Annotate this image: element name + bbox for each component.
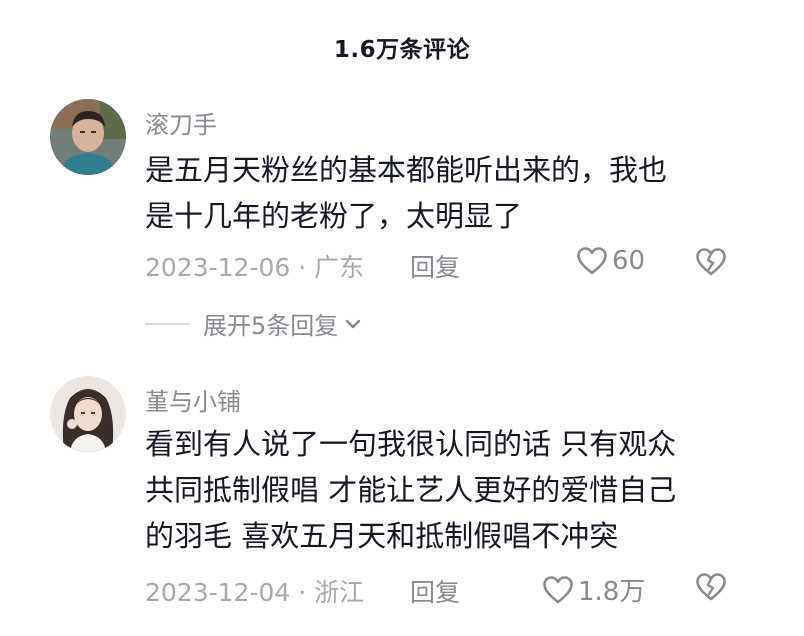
comment-username[interactable]: 堇与小铺 [145, 382, 241, 417]
comment-username[interactable]: 滚刀手 [145, 105, 217, 140]
heart-icon [577, 247, 607, 275]
broken-heart-icon [696, 573, 726, 601]
female-portrait-avatar-icon [50, 376, 126, 452]
heart-icon [543, 575, 573, 603]
meta-separator: · [290, 578, 315, 607]
broken-heart-icon [696, 248, 726, 276]
expand-replies-button[interactable]: 展开5条回复 [145, 306, 364, 341]
dislike-button[interactable] [695, 247, 727, 281]
like-count: 1.8万 [578, 577, 646, 607]
comment-text: 看到有人说了一句我很认同的话 只有观众 共同抵制假唱 才能让艺人更好的爱惜自己 … [145, 427, 677, 553]
like-button[interactable]: 1.8万 [542, 571, 645, 608]
comment-date: 2023-12-04 [145, 578, 291, 607]
comment-meta: 2023-12-04 · 浙江 [145, 573, 364, 609]
comment-meta: 2023-12-06 · 广东 [145, 248, 364, 284]
male-portrait-avatar-icon [50, 99, 126, 175]
reply-button[interactable]: 回复 [410, 573, 460, 609]
expand-divider-line [145, 322, 189, 325]
reply-button[interactable]: 回复 [410, 248, 460, 284]
comment-location: 浙江 [314, 578, 365, 607]
user-avatar[interactable] [50, 99, 126, 175]
user-avatar[interactable] [50, 376, 126, 452]
comment-text: 是五月天粉丝的基本都能听出来的，我也 是十几年的老粉了，太明显了 [145, 153, 668, 233]
like-button[interactable]: 60 [576, 246, 645, 276]
comments-count-title: 1.6万条评论 [333, 37, 471, 63]
like-count: 60 [612, 246, 646, 276]
meta-separator: · [290, 253, 315, 282]
dislike-button[interactable] [695, 572, 727, 606]
comment-location: 广东 [314, 253, 365, 282]
comment-date: 2023-12-06 [145, 253, 291, 282]
expand-replies-label: 展开5条回复 [203, 312, 339, 340]
chevron-down-icon [346, 319, 361, 328]
